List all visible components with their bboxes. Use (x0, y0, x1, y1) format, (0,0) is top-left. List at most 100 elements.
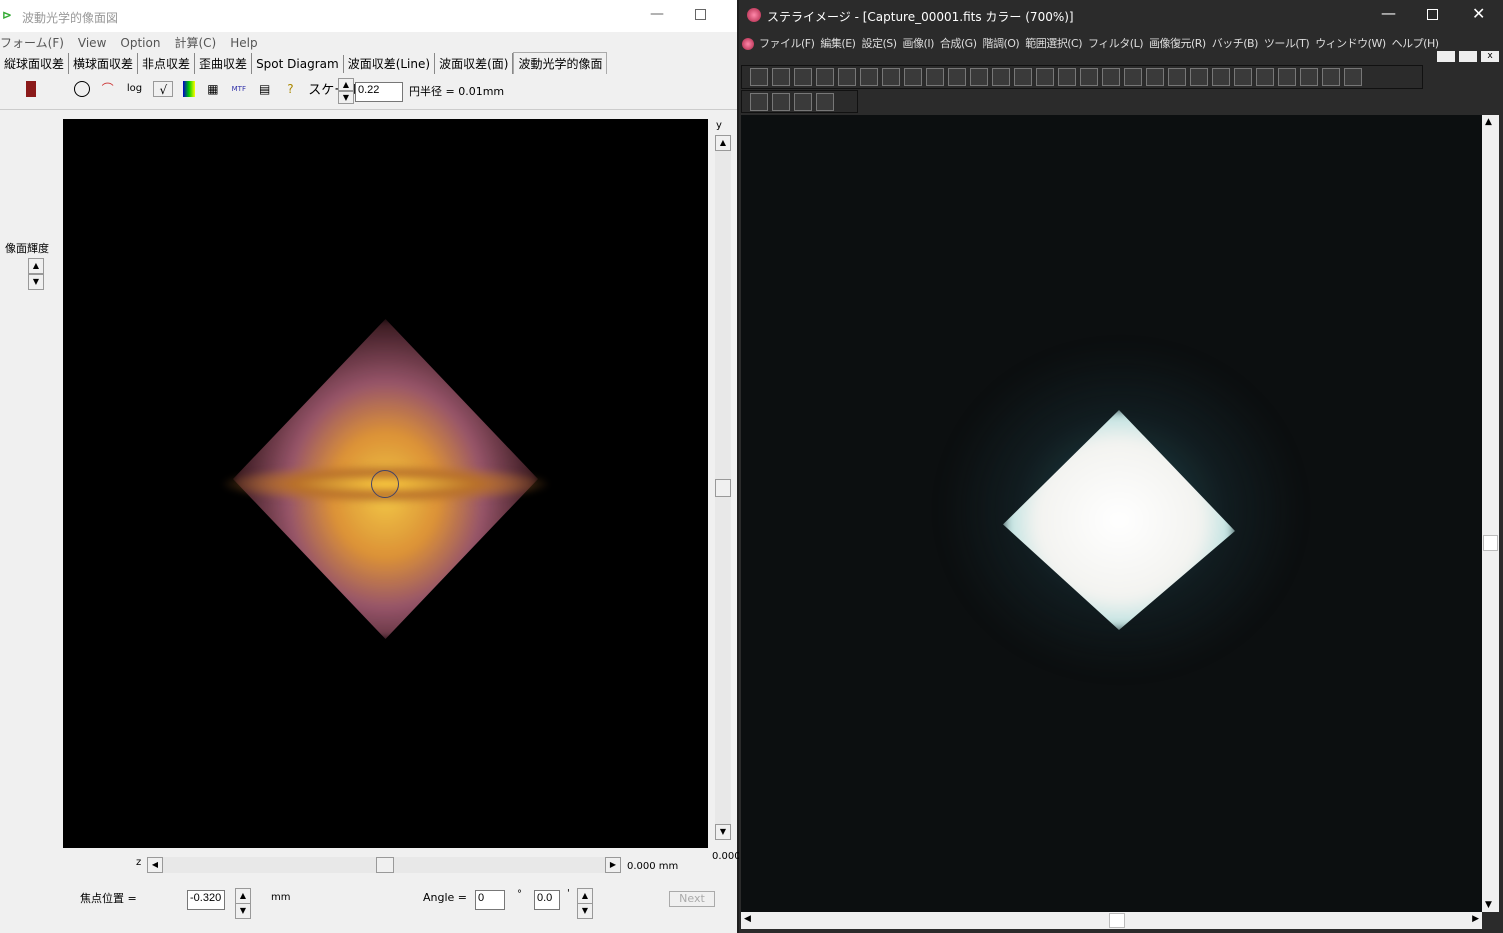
toolbar-tool-icon[interactable] (970, 68, 988, 86)
graph-icon[interactable]: ⌒ (100, 81, 116, 97)
mdi-close-button[interactable]: x (1481, 51, 1499, 62)
toolbar-tool-icon[interactable] (1080, 68, 1098, 86)
mdi-minimize-button[interactable] (1437, 51, 1455, 62)
brightness-up-button[interactable]: ▲ (28, 258, 44, 274)
secondary-toolbar (741, 90, 858, 113)
brightness-down-button[interactable]: ▼ (28, 274, 44, 290)
toolbar-tool-icon[interactable] (816, 93, 834, 111)
toolbar-tool-icon[interactable] (1124, 68, 1142, 86)
document-icon[interactable] (742, 38, 754, 50)
menu-settings[interactable]: 設定(S) (861, 37, 897, 50)
tab-longitudinal[interactable]: 縦球面収差 (0, 53, 70, 74)
tab-wave-optical-image[interactable]: 波動光学的像面 (513, 52, 608, 74)
horizontal-scrollbar[interactable]: ◀ ▶ (741, 912, 1482, 929)
toolbar-tool-icon[interactable] (1036, 68, 1054, 86)
mtf-icon[interactable]: MTF (231, 81, 247, 97)
menu-filter[interactable]: フィルタ(L) (1088, 37, 1144, 50)
toolbar-tool-icon[interactable] (750, 68, 768, 86)
menu-calc[interactable]: 計算(C) (174, 36, 216, 50)
tab-astigmatism[interactable]: 非点収差 (138, 53, 196, 74)
maximize-button[interactable] (695, 9, 706, 20)
menu-composite[interactable]: 合成(G) (940, 37, 977, 50)
tab-distortion[interactable]: 歪曲収差 (195, 53, 253, 74)
menu-tools[interactable]: ツール(T) (1264, 37, 1310, 50)
toolbar-tool-icon[interactable] (816, 68, 834, 86)
mdi-restore-button[interactable] (1459, 51, 1477, 62)
toolbar-tool-icon[interactable] (794, 93, 812, 111)
menu-restore[interactable]: 画像復元(R) (1149, 37, 1206, 50)
menu-view[interactable]: View (78, 36, 106, 50)
horizontal-scrollbar[interactable]: ◀ ▶ (147, 857, 621, 873)
toolbar-tool-icon[interactable] (1102, 68, 1120, 86)
toolbar-tool-icon[interactable] (772, 93, 790, 111)
scroll-thumb[interactable] (715, 479, 731, 497)
menu-help[interactable]: ヘルプ(H) (1392, 37, 1439, 50)
menu-window[interactable]: ウィンドウ(W) (1315, 37, 1386, 50)
toolbar-tool-icon[interactable] (860, 68, 878, 86)
angle-degree-input[interactable]: 0 (475, 890, 505, 910)
toolbar-tool-icon[interactable] (1168, 68, 1186, 86)
menu-batch[interactable]: バッチ(B) (1212, 37, 1259, 50)
z-scroll-thumb[interactable] (376, 857, 394, 873)
toolbar-tool-icon[interactable] (1234, 68, 1252, 86)
toolbar-tool-icon[interactable] (1014, 68, 1032, 86)
toolbar-tool-icon[interactable] (794, 68, 812, 86)
log-button[interactable]: log (125, 81, 143, 97)
tab-lateral[interactable]: 横球面収差 (69, 53, 139, 74)
sqrt-icon[interactable]: √ (153, 80, 174, 97)
toolbar-tool-icon[interactable] (1190, 68, 1208, 86)
menu-help[interactable]: Help (230, 36, 257, 50)
minimize-button[interactable]: — (650, 6, 664, 22)
focus-down-button[interactable]: ▼ (235, 903, 251, 919)
menu-edit[interactable]: 編集(E) (820, 37, 856, 50)
scale-up-button[interactable]: ▲ (338, 78, 354, 91)
toolbar-tool-icon[interactable] (1146, 68, 1164, 86)
help-icon[interactable]: ? (282, 81, 298, 97)
scale-input[interactable]: 0.22 (355, 82, 403, 102)
toolbar-tool-icon[interactable] (1278, 68, 1296, 86)
menu-levels[interactable]: 階調(O) (982, 37, 1019, 50)
tab-spot-diagram[interactable]: Spot Diagram (252, 55, 344, 73)
exit-door-icon[interactable] (26, 80, 36, 97)
vertical-scrollbar[interactable]: ▲ ▼ (715, 135, 731, 840)
toolbar-tool-icon[interactable] (1322, 68, 1340, 86)
close-button[interactable]: ✕ (1472, 4, 1485, 23)
toolbar-tool-icon[interactable] (1256, 68, 1274, 86)
toolbar-tool-icon[interactable] (1344, 68, 1362, 86)
scale-down-button[interactable]: ▼ (338, 91, 354, 104)
toolbar-tool-icon[interactable] (948, 68, 966, 86)
circle-icon[interactable] (73, 80, 90, 97)
angle-up-button[interactable]: ▲ (577, 888, 593, 904)
toolbar-tool-icon[interactable] (1212, 68, 1230, 86)
toolbar-tool-icon[interactable] (1058, 68, 1076, 86)
angle-minute-input[interactable]: 0.0 (534, 890, 560, 910)
menu-file[interactable]: ファイル(F) (759, 37, 815, 50)
toolbar-tool-icon[interactable] (926, 68, 944, 86)
minimize-button[interactable]: — (1381, 4, 1396, 22)
toolbar-tool-icon[interactable] (838, 68, 856, 86)
scroll-thumb[interactable] (1483, 535, 1498, 551)
scroll-thumb[interactable] (1109, 913, 1125, 928)
tab-wavefront-surface[interactable]: 波面収差(面) (435, 53, 514, 74)
color-map-icon[interactable] (183, 80, 196, 97)
toolbar-tool-icon[interactable] (904, 68, 922, 86)
angle-down-button[interactable]: ▼ (577, 903, 593, 919)
right-window: ステライメージ - [Capture_00001.fits カラー (700%)… (739, 0, 1503, 933)
menu-option[interactable]: Option (120, 36, 160, 50)
next-button[interactable]: Next (669, 891, 715, 907)
toolbar-tool-icon[interactable] (882, 68, 900, 86)
toolbar-tool-icon[interactable] (750, 93, 768, 111)
menu-image[interactable]: 画像(I) (903, 37, 935, 50)
vertical-scrollbar[interactable]: ▲ ▼ (1482, 115, 1499, 912)
toolbar-tool-icon[interactable] (992, 68, 1010, 86)
calculator-icon[interactable]: ▤ (257, 81, 273, 97)
focus-up-button[interactable]: ▲ (235, 888, 251, 904)
focus-position-input[interactable]: -0.320 (187, 890, 225, 910)
toolbar-tool-icon[interactable] (1300, 68, 1318, 86)
tab-wavefront-line[interactable]: 波面収差(Line) (344, 53, 436, 74)
grid-icon[interactable]: ▦ (205, 81, 221, 97)
menu-form[interactable]: フォーム(F) (0, 36, 64, 50)
toolbar-tool-icon[interactable] (772, 68, 790, 86)
maximize-button[interactable] (1427, 9, 1438, 20)
menu-selection[interactable]: 範囲選択(C) (1025, 37, 1082, 50)
